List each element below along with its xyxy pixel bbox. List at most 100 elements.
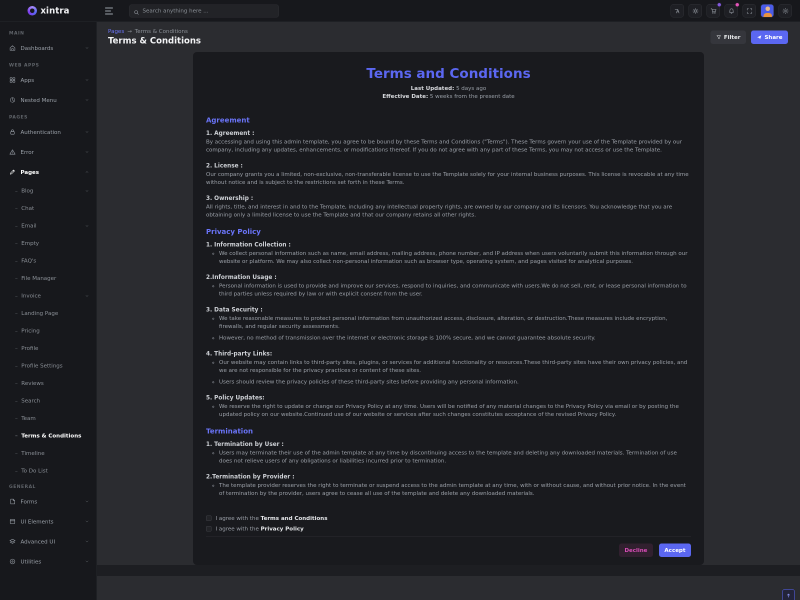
avatar[interactable]	[761, 4, 775, 18]
sidebar-item-advanced-ui[interactable]: Advanced UI	[0, 532, 97, 552]
chevron-down-icon	[85, 78, 90, 83]
accept-button[interactable]: Accept	[659, 544, 691, 558]
terms-bullet: The template provider reserves the right…	[219, 482, 691, 498]
sidebar-item-pricing[interactable]: –Pricing	[0, 322, 97, 340]
settings-icon[interactable]	[779, 4, 793, 18]
breadcrumb-link-pages[interactable]: Pages	[108, 28, 124, 35]
terms-block-heading: 2.Termination by Provider :	[206, 473, 691, 480]
sidebar-item-blog[interactable]: –Blog	[0, 182, 97, 200]
cart-icon[interactable]	[707, 4, 721, 18]
dash-icon: –	[15, 345, 18, 352]
terms-paragraph: Our company grants you a limited, non-ex…	[206, 171, 691, 187]
grid-icon	[9, 77, 16, 84]
sidebar-item-ui-elements[interactable]: UI Elements	[0, 512, 97, 532]
sidebar-item-reviews[interactable]: –Reviews	[0, 375, 97, 393]
terms-bullet: Personal information is used to provide …	[219, 282, 691, 298]
sidebar-item-faq-s[interactable]: –FAQ's	[0, 252, 97, 270]
fullscreen-icon[interactable]	[743, 4, 757, 18]
sidebar-item-apps[interactable]: Apps	[0, 70, 97, 90]
terms-bullet-list: Our website may contain links to third-p…	[219, 359, 691, 387]
terms-checkbox[interactable]	[206, 516, 212, 522]
sidebar-item-invoice[interactable]: –Invoice	[0, 287, 97, 305]
sidebar-item-pages[interactable]: Pages	[0, 162, 97, 182]
sidebar-item-authentication[interactable]: Authentication	[0, 122, 97, 142]
terms-bullet: We take reasonable measures to protect p…	[219, 315, 691, 331]
share-button[interactable]: Share	[751, 30, 788, 44]
terms-bullet-list: The template provider reserves the right…	[219, 482, 691, 498]
dash-icon: –	[15, 258, 18, 265]
terms-bullet-list: We collect personal information such as …	[219, 250, 691, 266]
search-icon	[134, 8, 140, 14]
sidebar-item-label: Reviews	[21, 380, 89, 387]
terms-block: 3. Data Security : We take reasonable mea…	[206, 306, 691, 342]
terms-paragraph: By accessing and using this admin templa…	[206, 138, 691, 154]
dash-icon: –	[15, 240, 18, 247]
breadcrumb-current: Terms & Conditions	[135, 28, 188, 35]
terms-agree-row: I agree with the Terms and Conditions	[206, 515, 691, 522]
dash-icon: –	[15, 433, 18, 440]
section-title-privacy-policy: Privacy Policy	[206, 228, 691, 236]
terms-bullet: Our website may contain links to third-p…	[219, 359, 691, 375]
terms-block: 1. Agreement :By accessing and using thi…	[206, 130, 691, 155]
chevron-down-icon	[85, 98, 90, 103]
box-icon	[9, 518, 16, 525]
terms-block: 3. Ownership :All rights, title, and int…	[206, 195, 691, 220]
terms-block-heading: 3. Data Security :	[206, 306, 691, 313]
sidebar-item-file-manager[interactable]: –File Manager	[0, 270, 97, 288]
sidebar-section-label: PAGES	[0, 110, 97, 122]
sidebar-item-label: Profile	[21, 345, 89, 352]
terms-block-heading: 2. License :	[206, 162, 691, 169]
sidebar-item-label: Chat	[21, 205, 89, 212]
sidebar-item-error[interactable]: Error	[0, 142, 97, 162]
terms-block: 2.Termination by Provider : The template …	[206, 473, 691, 498]
sidebar-item-team[interactable]: –Team	[0, 410, 97, 428]
sidebar-item-profile[interactable]: –Profile	[0, 340, 97, 358]
theme-icon[interactable]	[689, 4, 703, 18]
sidebar-item-forms[interactable]: Forms	[0, 492, 97, 512]
menu-toggle-icon[interactable]	[105, 4, 118, 17]
warning-icon	[9, 149, 16, 156]
dash-icon: –	[15, 275, 18, 282]
sidebar-item-timeline[interactable]: –Timeline	[0, 445, 97, 463]
decline-button[interactable]: Decline	[619, 544, 653, 558]
sidebar-item-label: Forms	[21, 498, 81, 505]
privacy-agree-row: I agree with the Privacy Policy	[206, 526, 691, 533]
filter-button[interactable]: Filter	[710, 30, 746, 44]
terms-block: 1. Termination by User :Users may termin…	[206, 441, 691, 466]
chevron-down-icon	[85, 223, 90, 228]
terms-block-heading: 2.Information Usage :	[206, 274, 691, 281]
sidebar-item-profile-settings[interactable]: –Profile Settings	[0, 357, 97, 375]
sidebar-item-landing-page[interactable]: –Landing Page	[0, 305, 97, 323]
chevron-down-icon	[85, 150, 90, 155]
sidebar-item-terms-conditions[interactable]: –Terms & Conditions	[0, 427, 97, 445]
dash-icon: –	[15, 363, 18, 370]
chevron-down-icon	[85, 559, 90, 564]
terms-bullet: Users should review the privacy policies…	[219, 378, 691, 386]
logo[interactable]: xintra	[0, 6, 97, 16]
sidebar-item-empty[interactable]: –Empty	[0, 235, 97, 253]
sidebar-item-email[interactable]: –Email	[0, 217, 97, 235]
search-input[interactable]	[143, 8, 275, 15]
terms-body: Agreement1. Agreement :By accessing and …	[206, 108, 691, 513]
sidebar-item-label: Blog	[21, 188, 81, 195]
sidebar-item-utilities[interactable]: Utilities	[0, 552, 97, 572]
terms-block: 5. Policy Updates:We reserve the right t…	[206, 394, 691, 419]
sidebar-item-chat[interactable]: –Chat	[0, 200, 97, 218]
sidebar-item-to-do-list[interactable]: –To Do List	[0, 462, 97, 480]
dash-icon: –	[15, 310, 18, 317]
bell-icon[interactable]	[725, 4, 739, 18]
terms-bullet-list: Users may terminate their use of the adm…	[219, 449, 691, 465]
sidebar-item-nested-menu[interactable]: Nested Menu	[0, 90, 97, 110]
pen-icon	[9, 169, 16, 176]
scroll-to-top-button[interactable]	[782, 589, 795, 600]
terms-block: 4. Third-party Links:Our website may con…	[206, 350, 691, 386]
sidebar-item-search[interactable]: –Search	[0, 392, 97, 410]
translate-icon[interactable]	[671, 4, 685, 18]
sidebar-item-dashboards[interactable]: Dashboards	[0, 38, 97, 58]
sidebar-item-label: Utilities	[21, 558, 81, 565]
privacy-checkbox[interactable]	[206, 526, 212, 532]
home-icon	[9, 45, 16, 52]
sidebar-section-label: GENERAL	[0, 480, 97, 492]
agreement-checkboxes: I agree with the Terms and Conditions I …	[206, 512, 691, 536]
sidebar-item-label: FAQ's	[21, 258, 89, 265]
